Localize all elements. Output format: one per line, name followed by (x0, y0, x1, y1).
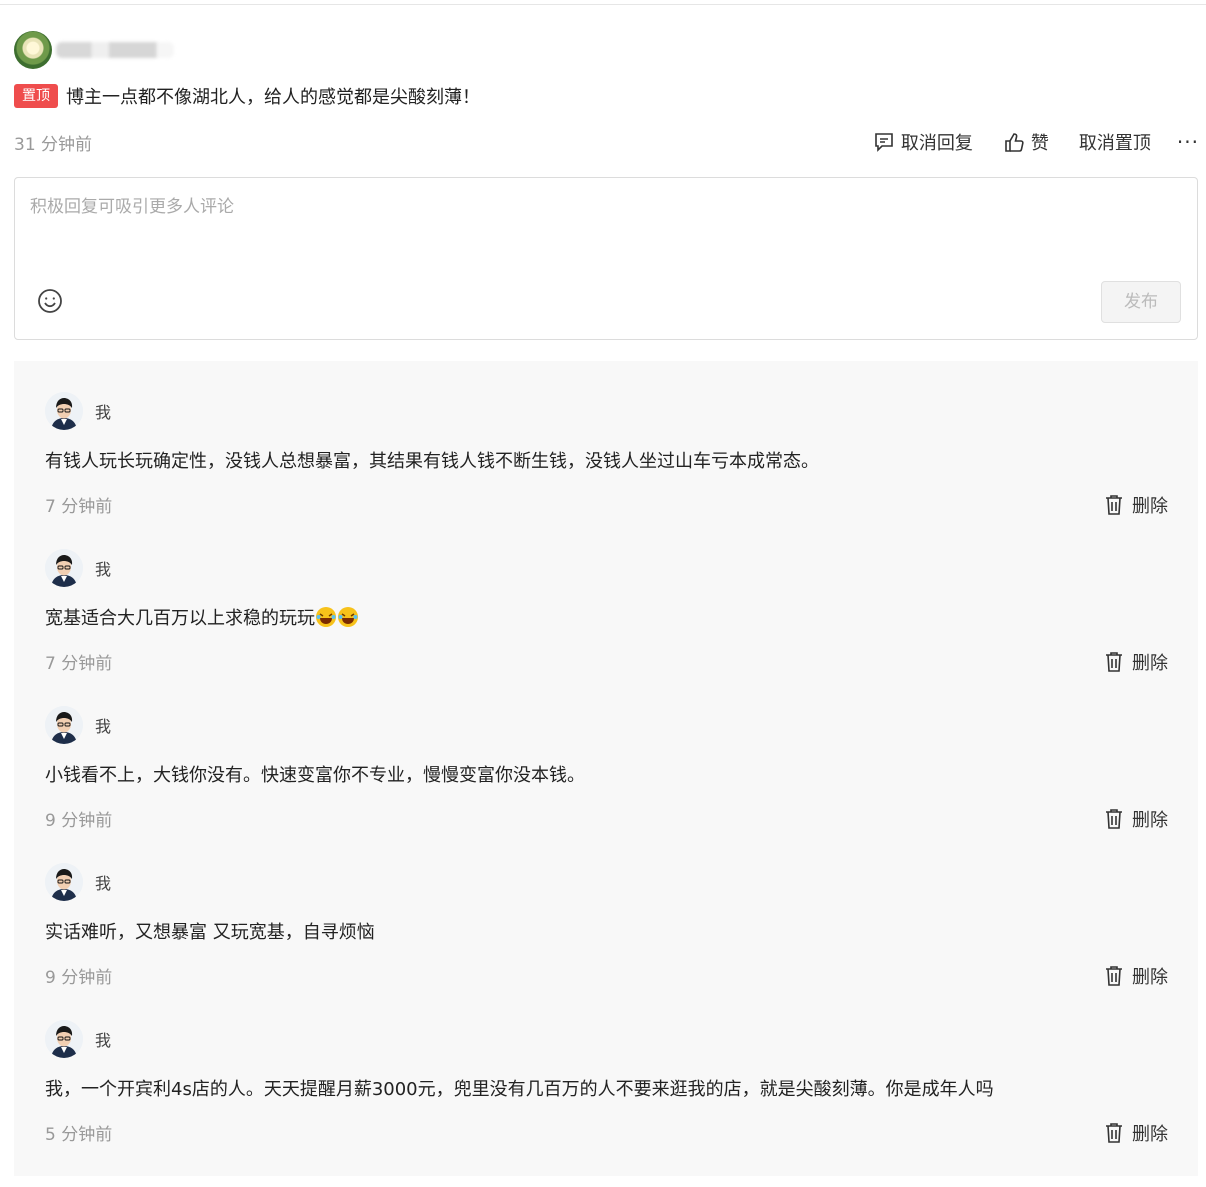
reply-user: 我 (45, 549, 111, 587)
thumbs-up-icon (1005, 133, 1024, 152)
reply-input-box[interactable]: 积极回复可吸引更多人评论 发布 (14, 177, 1198, 340)
user-portrait-icon (45, 706, 83, 744)
avatar[interactable] (45, 863, 83, 901)
user-portrait-icon (45, 392, 83, 430)
delete-button[interactable]: 删除 (1104, 492, 1168, 518)
reply-text: 实话难听，又想暴富 又玩宽基，自寻烦恼 (45, 922, 375, 943)
reply-user: 我 (45, 392, 111, 430)
more-options-button[interactable]: ··· (1177, 130, 1199, 154)
pinned-badge: 置顶 (14, 84, 58, 108)
unpin-button[interactable]: 取消置顶 (1079, 129, 1151, 155)
smiley-icon[interactable] (37, 288, 63, 314)
reply-username[interactable]: 我 (95, 1027, 111, 1051)
delete-label: 删除 (1132, 967, 1168, 988)
comment-meta: 31 分钟前 取消回复 赞 取消置顶 ··· (14, 128, 1199, 156)
reply-user: 我 (45, 863, 111, 901)
user-portrait-icon (45, 549, 83, 587)
comment-actions: 取消回复 赞 取消置顶 ··· (843, 129, 1199, 155)
comment-time: 31 分钟前 (14, 134, 93, 155)
avatar[interactable] (45, 549, 83, 587)
publish-button[interactable]: 发布 (1101, 281, 1181, 323)
reply-item: 我 有钱人玩长玩确定性，没钱人总想暴富，其结果有钱人钱不断生钱，没钱人坐过山车亏… (14, 361, 1198, 518)
laughing-crying-emoji (316, 607, 336, 627)
delete-button[interactable]: 删除 (1104, 963, 1168, 989)
reply-text: 有钱人玩长玩确定性，没钱人总想暴富，其结果有钱人钱不断生钱，没钱人坐过山车亏本成… (45, 451, 819, 472)
user-portrait-icon (45, 863, 83, 901)
cancel-reply-button[interactable]: 取消回复 (873, 129, 973, 155)
laughing-crying-emoji (338, 607, 358, 627)
reply-time: 7 分钟前 (45, 654, 113, 674)
reply-user: 我 (45, 706, 111, 744)
top-divider (0, 4, 1206, 5)
reply-input[interactable]: 积极回复可吸引更多人评论 (30, 192, 234, 217)
avatar[interactable] (45, 1020, 83, 1058)
comment-body: 置顶 博主一点都不像湖北人，给人的感觉都是尖酸刻薄！ (14, 83, 480, 109)
trash-icon (1106, 809, 1122, 829)
like-label: 赞 (1030, 133, 1049, 154)
like-button[interactable]: 赞 (1003, 129, 1049, 155)
cancel-reply-label: 取消回复 (900, 133, 973, 154)
delete-button[interactable]: 删除 (1104, 1120, 1168, 1146)
delete-button[interactable]: 删除 (1104, 806, 1168, 832)
reply-username[interactable]: 我 (95, 556, 111, 580)
reply-text-row: 宽基适合大几百万以上求稳的玩玩 (45, 604, 359, 630)
reply-item: 我 小钱看不上，大钱你没有。快速变富你不专业，慢慢变富你没本钱。 9 分钟前 删… (14, 675, 1198, 832)
trash-icon (1106, 495, 1122, 515)
reply-text: 宽基适合大几百万以上求稳的玩玩 (45, 608, 315, 629)
reply-item: 我 我，一个开宾利4s店的人。天天提醒月薪3000元，兜里没有几百万的人不要来逛… (14, 989, 1198, 1146)
comment-header (14, 31, 174, 69)
avatar[interactable] (45, 392, 83, 430)
delete-label: 删除 (1132, 653, 1168, 674)
reply-time: 5 分钟前 (45, 1125, 113, 1145)
username-blurred[interactable] (56, 42, 174, 58)
trash-icon (1106, 966, 1122, 986)
unpin-label: 取消置顶 (1078, 133, 1151, 154)
trash-icon (1106, 1123, 1122, 1143)
reply-username[interactable]: 我 (95, 399, 111, 423)
delete-label: 删除 (1132, 496, 1168, 517)
reply-item: 我 实话难听，又想暴富 又玩宽基，自寻烦恼 9 分钟前 删除 (14, 832, 1198, 989)
comment-icon (875, 133, 893, 152)
trash-icon (1106, 652, 1122, 672)
reply-time: 9 分钟前 (45, 968, 113, 988)
avatar[interactable] (14, 31, 52, 69)
user-portrait-icon (45, 1020, 83, 1058)
reply-time: 7 分钟前 (45, 497, 113, 517)
delete-button[interactable]: 删除 (1104, 649, 1168, 675)
avatar[interactable] (45, 706, 83, 744)
comment-text: 博主一点都不像湖北人，给人的感觉都是尖酸刻薄！ (66, 87, 480, 108)
reply-username[interactable]: 我 (95, 870, 111, 894)
reply-text: 小钱看不上，大钱你没有。快速变富你不专业，慢慢变富你没本钱。 (45, 765, 585, 786)
reply-text: 我，一个开宾利4s店的人。天天提醒月薪3000元，兜里没有几百万的人不要来逛我的… (45, 1079, 994, 1100)
reply-time: 9 分钟前 (45, 811, 113, 831)
delete-label: 删除 (1132, 1124, 1168, 1145)
reply-username[interactable]: 我 (95, 713, 111, 737)
delete-label: 删除 (1132, 810, 1168, 831)
reply-list: 我 有钱人玩长玩确定性，没钱人总想暴富，其结果有钱人钱不断生钱，没钱人坐过山车亏… (14, 361, 1198, 1176)
reply-user: 我 (45, 1020, 111, 1058)
reply-item: 我 宽基适合大几百万以上求稳的玩玩 7 分钟前 删除 (14, 518, 1198, 675)
